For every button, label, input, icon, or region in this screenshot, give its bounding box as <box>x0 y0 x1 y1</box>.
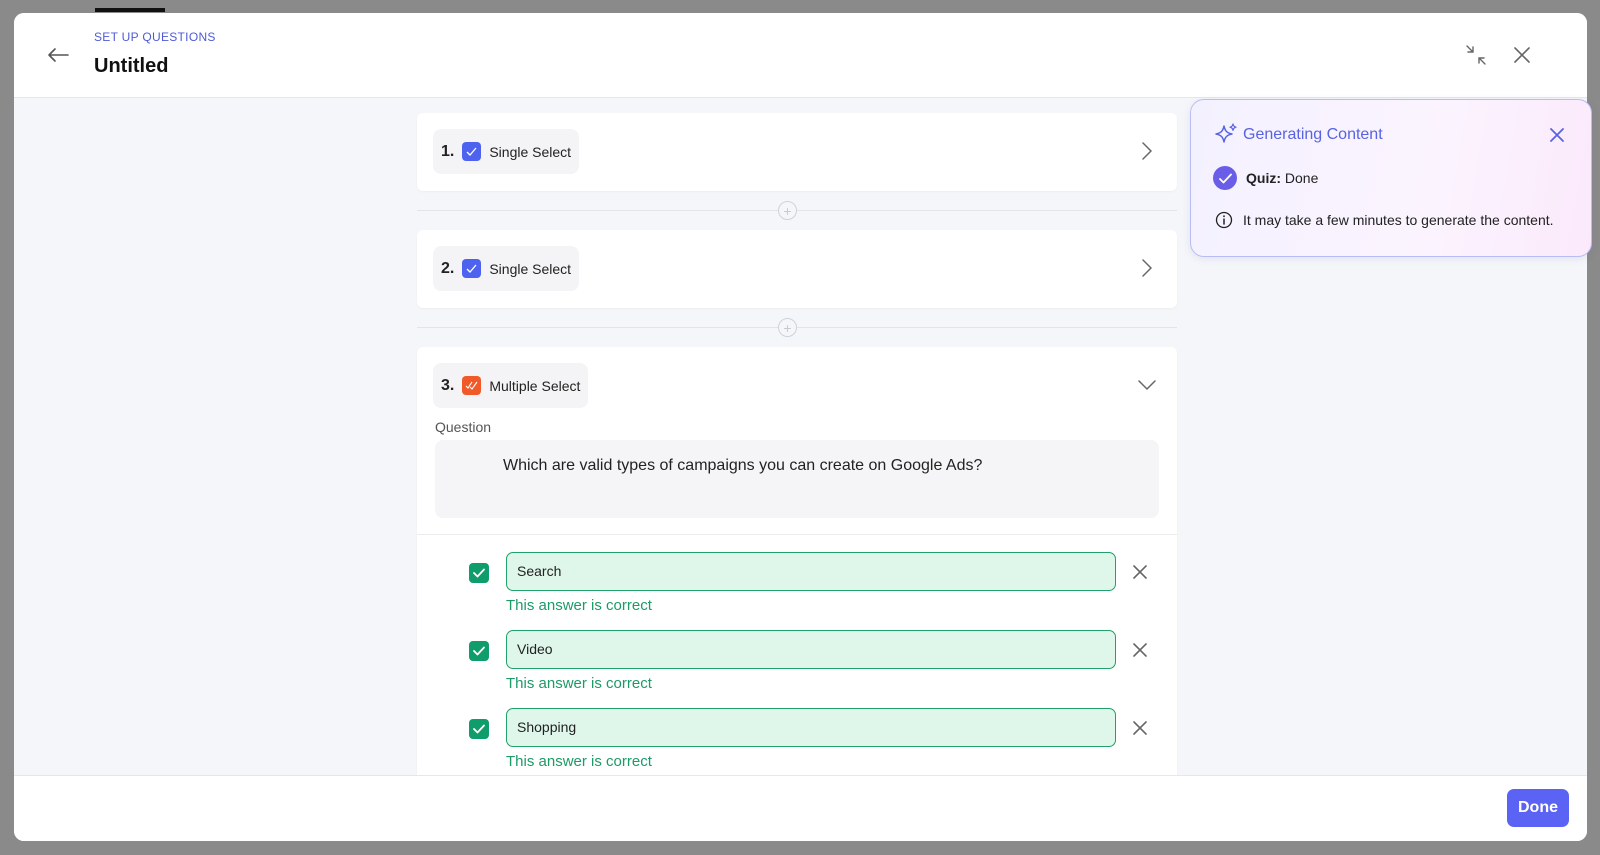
correct-answer-checkbox[interactable] <box>469 563 489 583</box>
question-card-2[interactable]: 2. Single Select <box>417 230 1177 308</box>
page-title: Untitled <box>94 55 169 77</box>
question-number: 3. <box>441 376 455 394</box>
question-text: Which are valid types of campaigns you c… <box>503 457 983 474</box>
panel-title: Generating Content <box>1243 126 1383 143</box>
remove-answer-button[interactable] <box>1130 562 1150 582</box>
close-panel-button[interactable] <box>1547 125 1567 145</box>
single-select-icon <box>462 142 482 161</box>
generation-info-text: It may take a few minutes to generate th… <box>1243 212 1554 228</box>
done-button[interactable]: Done <box>1507 789 1569 827</box>
question-number: 1. <box>441 142 455 160</box>
answer-input[interactable]: Video <box>506 630 1116 669</box>
question-type-label: Single Select <box>489 260 572 277</box>
multiple-select-icon <box>462 376 482 395</box>
modal-header: SET UP QUESTIONS Untitled <box>14 13 1587 98</box>
correct-answer-checkbox[interactable] <box>469 641 489 661</box>
chevron-right-icon <box>1142 142 1152 160</box>
chevron-down-icon <box>1138 380 1156 390</box>
check-circle-icon <box>1213 166 1237 190</box>
close-icon <box>1514 47 1530 63</box>
question-label: Question <box>435 419 492 435</box>
expand-button[interactable] <box>1137 258 1157 278</box>
close-icon <box>1133 643 1147 657</box>
minimize-icon <box>1466 45 1486 65</box>
question-type-label: Multiple Select <box>489 377 581 394</box>
question-type-label: Single Select <box>489 143 572 160</box>
check-icon <box>473 724 485 734</box>
close-icon <box>1550 128 1564 142</box>
remove-answer-button[interactable] <box>1130 640 1150 660</box>
add-question-button[interactable]: + <box>778 318 797 337</box>
check-icon <box>473 646 485 656</box>
divider <box>417 327 1177 328</box>
sparkle-icon <box>1215 123 1237 143</box>
check-icon <box>473 568 485 578</box>
question-type-chip[interactable]: 1. Single Select <box>433 129 580 174</box>
divider <box>417 534 1177 535</box>
arrow-left-icon <box>48 48 69 62</box>
status-label: Quiz: <box>1246 170 1281 186</box>
plus-icon: + <box>783 319 792 336</box>
minimize-button[interactable] <box>1464 43 1488 67</box>
answer-correct-note: This answer is correct <box>506 675 652 692</box>
close-modal-button[interactable] <box>1510 43 1534 67</box>
info-icon <box>1215 211 1233 229</box>
question-card-1[interactable]: 1. Single Select <box>417 113 1177 191</box>
header-eyebrow: SET UP QUESTIONS <box>94 30 216 44</box>
question-number: 2. <box>441 259 455 277</box>
question-card-3: 3. Multiple Select Question Which are va… <box>417 347 1177 789</box>
single-select-icon <box>462 259 482 278</box>
answer-correct-note: This answer is correct <box>506 753 652 770</box>
chevron-right-icon <box>1142 259 1152 277</box>
background-tab-indicator <box>95 8 165 12</box>
back-button[interactable] <box>44 43 72 67</box>
remove-answer-button[interactable] <box>1130 718 1150 738</box>
expand-button[interactable] <box>1137 141 1157 161</box>
add-question-button[interactable]: + <box>778 201 797 220</box>
answer-correct-note: This answer is correct <box>506 597 652 614</box>
generation-status: Quiz: Done <box>1246 170 1318 186</box>
close-icon <box>1133 721 1147 735</box>
question-type-chip[interactable]: 3. Multiple Select <box>433 363 589 408</box>
collapse-button[interactable] <box>1137 375 1157 395</box>
question-text-field[interactable]: Which are valid types of campaigns you c… <box>435 440 1159 518</box>
question-type-chip[interactable]: 2. Single Select <box>433 246 580 291</box>
plus-icon: + <box>783 202 792 219</box>
modal-footer: Done <box>14 775 1587 841</box>
status-value: Done <box>1284 170 1319 186</box>
close-icon <box>1133 565 1147 579</box>
answer-input[interactable]: Search <box>506 552 1116 591</box>
divider <box>417 210 1177 211</box>
correct-answer-checkbox[interactable] <box>469 719 489 739</box>
answer-input[interactable]: Shopping <box>506 708 1116 747</box>
generating-content-panel: Generating Content Quiz: Done It may tak… <box>1190 99 1592 257</box>
